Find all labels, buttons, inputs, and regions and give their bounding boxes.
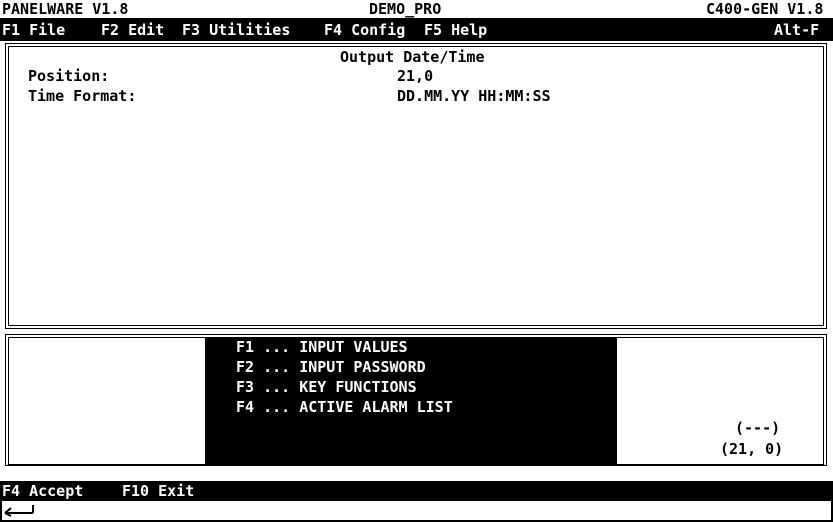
app-title: PANELWARE V1.8 (2, 0, 129, 18)
key-help-line: F1 ... INPUT VALUES (236, 338, 408, 356)
exit-key[interactable]: F10 Exit (122, 482, 194, 500)
key-help-line: F4 ... ACTIVE ALARM LIST (236, 398, 453, 416)
key-help-box: F1 ... INPUT VALUES F2 ... INPUT PASSWOR… (205, 337, 617, 465)
menu-bar: F1 File F2 Edit F3 Utilities F4 Config F… (0, 20, 833, 41)
menu-help[interactable]: F5 Help (424, 21, 487, 39)
project-name: DEMO_PRO (369, 0, 442, 18)
menu-edit[interactable]: F2 Edit (101, 21, 164, 39)
status-bar: F4 Accept F10 Exit (0, 481, 833, 501)
panel-title: Output Date/Time (336, 48, 489, 66)
key-help-line: F3 ... KEY FUNCTIONS (236, 378, 417, 396)
title-bar: PANELWARE V1.8 DEMO_PRO C400-GEN V1.8 (0, 0, 833, 20)
time-format-value[interactable]: DD.MM.YY HH:MM:SS (397, 87, 551, 105)
position-value[interactable]: 21,0 (397, 67, 433, 85)
menu-utilities[interactable]: F3 Utilities (182, 21, 290, 39)
output-datetime-panel (5, 43, 827, 329)
accept-key[interactable]: F4 Accept (2, 482, 83, 500)
menu-config[interactable]: F4 Config (324, 21, 405, 39)
enter-arrow-icon (4, 505, 34, 517)
indicator-coords: (21, 0) (720, 440, 784, 458)
key-help-line: F2 ... INPUT PASSWORD (236, 358, 426, 376)
time-format-label: Time Format: (28, 87, 137, 105)
indicator-state: (---) (735, 419, 781, 437)
menu-file[interactable]: F1 File (2, 21, 65, 39)
target-name: C400-GEN V1.8 (706, 0, 824, 18)
menu-shortcut: Alt-F (774, 21, 820, 39)
position-label: Position: (28, 67, 110, 85)
bottom-border (0, 520, 833, 522)
left-border (0, 500, 2, 522)
